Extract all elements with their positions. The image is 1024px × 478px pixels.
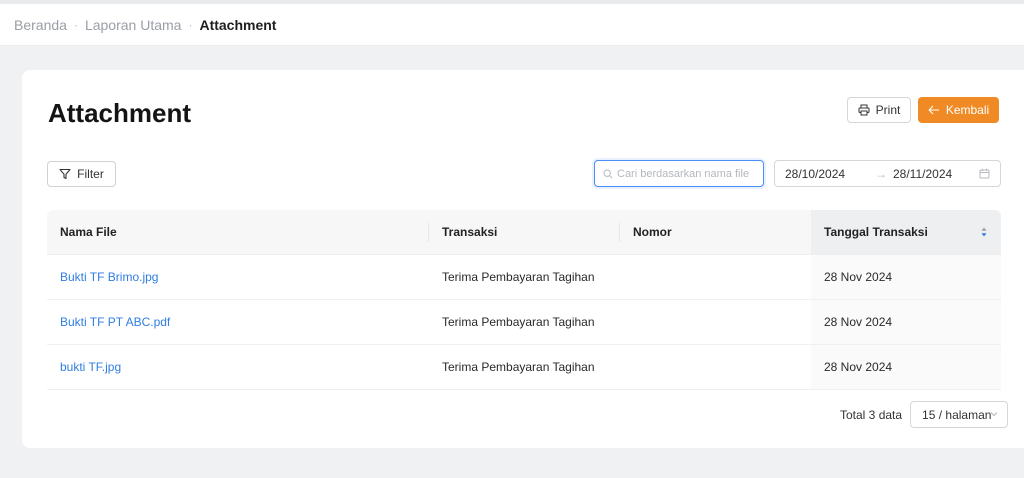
filter-label: Filter <box>77 167 104 181</box>
search-input[interactable] <box>617 167 757 180</box>
breadcrumb-item-beranda[interactable]: Beranda <box>14 17 67 33</box>
cell-nomor <box>620 255 811 299</box>
column-header-nama-file: Nama File <box>47 210 429 254</box>
table-row: Bukti TF Brimo.jpg Terima Pembayaran Tag… <box>47 255 1001 300</box>
file-link[interactable]: Bukti TF PT ABC.pdf <box>60 315 170 329</box>
printer-icon <box>858 104 870 116</box>
search-box[interactable] <box>594 160 764 187</box>
table-row: Bukti TF PT ABC.pdf Terima Pembayaran Ta… <box>47 300 1001 345</box>
content-card: Attachment Print Kembali Filter 28/10/20… <box>22 70 1024 448</box>
cell-tanggal: 28 Nov 2024 <box>811 300 1001 344</box>
filter-icon <box>59 168 71 180</box>
date-start-input[interactable]: 28/10/2024 <box>785 167 869 181</box>
cell-nomor <box>620 300 811 344</box>
cell-transaksi: Terima Pembayaran Tagihan <box>442 315 595 329</box>
back-button[interactable]: Kembali <box>918 97 999 123</box>
page-title: Attachment <box>48 98 192 128</box>
cell-transaksi: Terima Pembayaran Tagihan <box>442 270 595 284</box>
column-header-transaksi: Transaksi <box>429 210 620 254</box>
breadcrumb: Beranda · Laporan Utama · Attachment <box>0 4 1024 46</box>
cell-tanggal: 28 Nov 2024 <box>811 345 1001 389</box>
date-range-picker[interactable]: 28/10/2024 → 28/11/2024 <box>774 160 1001 187</box>
breadcrumb-separator: · <box>188 17 193 32</box>
column-header-label: Tanggal Transaksi <box>824 225 928 239</box>
pagination: Total 3 data 15 / halaman <box>840 401 1009 428</box>
breadcrumb-separator: · <box>73 17 78 32</box>
cell-transaksi: Terima Pembayaran Tagihan <box>442 360 595 374</box>
breadcrumb-current: Attachment <box>199 16 277 33</box>
page-size-value: 15 / halaman <box>922 407 992 422</box>
print-label: Print <box>875 103 901 117</box>
date-end-input[interactable]: 28/11/2024 <box>893 167 973 181</box>
page-size-select[interactable]: 15 / halaman <box>910 401 1009 428</box>
table-header: Nama File Transaksi Nomor Tanggal Transa… <box>47 210 1001 255</box>
back-label: Kembali <box>945 103 990 117</box>
filter-button[interactable]: Filter <box>47 161 116 187</box>
breadcrumb-item-laporan-utama[interactable]: Laporan Utama <box>85 17 182 33</box>
column-header-tanggal-transaksi[interactable]: Tanggal Transaksi <box>811 210 1001 254</box>
table-row: bukti TF.jpg Terima Pembayaran Tagihan 2… <box>47 345 1001 390</box>
calendar-icon[interactable] <box>979 168 990 179</box>
cell-tanggal: 28 Nov 2024 <box>811 255 1001 299</box>
search-icon <box>603 168 613 179</box>
date-range-arrow: → <box>875 166 887 181</box>
sort-icon[interactable] <box>981 227 987 237</box>
arrow-left-icon <box>928 105 939 115</box>
pagination-total: Total 3 data <box>840 407 903 422</box>
print-button[interactable]: Print <box>847 97 911 123</box>
column-header-nomor: Nomor <box>633 225 672 239</box>
file-link[interactable]: Bukti TF Brimo.jpg <box>60 270 158 284</box>
cell-nomor <box>620 345 811 389</box>
file-link[interactable]: bukti TF.jpg <box>60 360 121 374</box>
chevron-down-icon <box>990 412 998 417</box>
attachment-table: Nama File Transaksi Nomor Tanggal Transa… <box>47 210 1001 390</box>
